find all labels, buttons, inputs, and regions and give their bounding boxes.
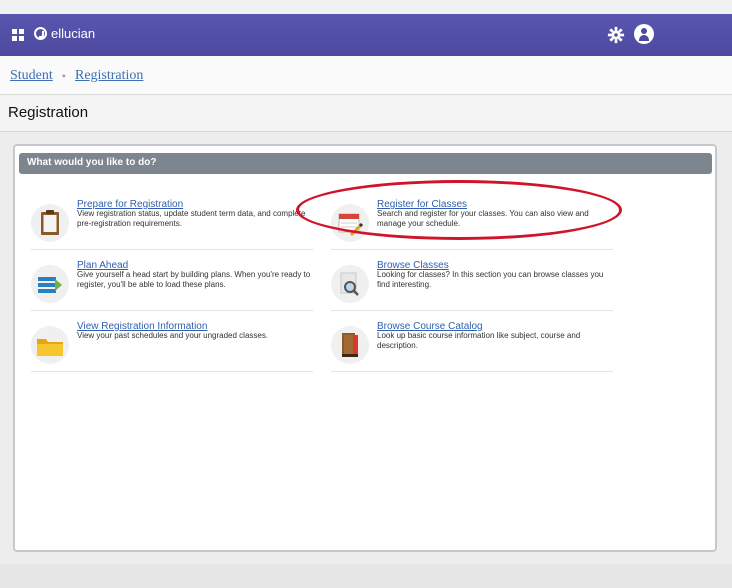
folder-icon [37,339,63,356]
plan-ahead-desc: Give yourself a head start by building p… [77,270,311,289]
breadcrumb-bar: Student • Registration [0,56,732,95]
app-grid-icon[interactable] [12,29,24,41]
browse-classes-desc: Looking for classes? In this section you… [377,270,604,289]
book-icon [342,333,358,357]
app-header: ellucian [0,14,732,56]
icon-badge [31,326,69,364]
top-strip [0,0,732,14]
gear-icon[interactable] [607,26,625,44]
brand[interactable]: ellucian [34,26,95,41]
panel-heading: What would you like to do? [19,153,712,174]
view-registration-information-desc: View your past schedules and your ungrad… [77,331,269,340]
view-registration-information-item: View Registration Information View your … [31,321,313,372]
breadcrumb-separator: • [61,68,66,83]
browse-classes-item: Browse Classes Looking for classes? In t… [331,260,613,311]
breadcrumb-student[interactable]: Student [10,68,53,84]
brand-name: ellucian [51,26,96,41]
browse-course-catalog-item: Browse Course Catalog Look up basic cour… [331,321,613,372]
breadcrumb-registration[interactable]: Registration [75,68,143,84]
icon-badge [31,265,69,303]
prepare-for-registration-desc: View registration status, update student… [77,209,306,228]
clipboard-icon [41,210,59,235]
icon-badge [331,326,369,364]
title-bar: Registration [0,95,732,132]
ellucian-logo-icon [34,27,47,40]
page-title: Registration [8,104,89,121]
plans-icon [38,277,62,293]
footer-bar [0,564,732,588]
highlight-annotation [296,180,622,240]
magnifier-icon [340,272,359,296]
plan-ahead-item: Plan Ahead Give yourself a head start by… [31,260,313,311]
browse-course-catalog-desc: Look up basic course information like su… [377,331,581,350]
prepare-for-registration-item: Prepare for Registration View registrati… [31,199,313,250]
panel-heading-text: What would you like to do? [27,157,157,168]
icon-badge [331,265,369,303]
breadcrumb: Student • Registration [10,68,143,84]
icon-badge [31,204,69,242]
user-avatar-icon[interactable] [634,24,654,44]
